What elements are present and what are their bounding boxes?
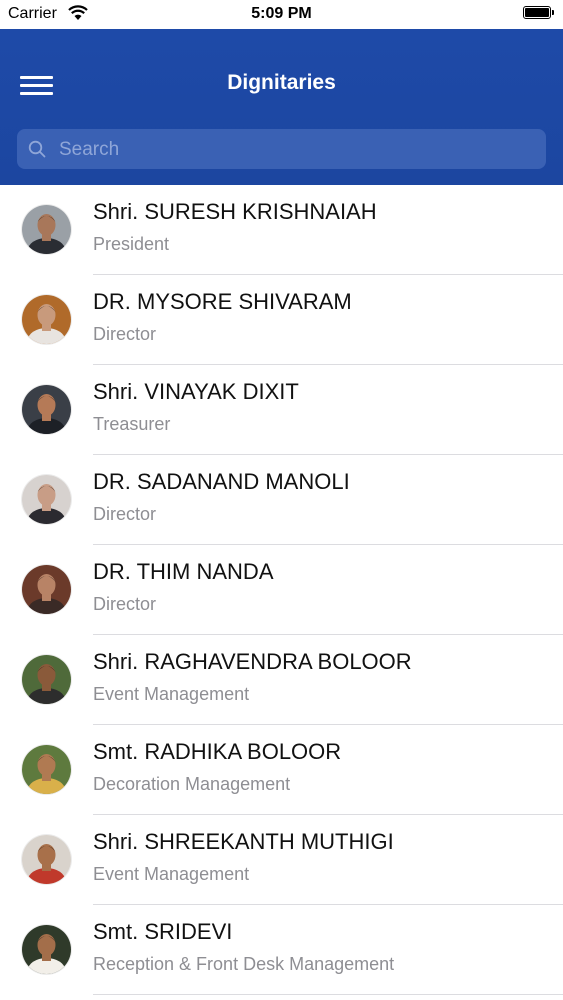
person-role: Event Management [93, 864, 250, 884]
list-item[interactable]: DR. MYSORE SHIVARAM Director [0, 275, 563, 365]
avatar [22, 565, 71, 614]
avatar [22, 385, 71, 434]
avatar [22, 835, 71, 884]
list-item[interactable]: Shri. SURESH KRISHNAIAH President [0, 185, 563, 275]
person-role: Director [93, 594, 157, 614]
avatar [22, 205, 71, 254]
person-role: Reception & Front Desk Management [93, 954, 395, 974]
search-icon [28, 140, 46, 158]
page-title: Dignitaries [227, 71, 336, 94]
avatar [22, 475, 71, 524]
battery-icon [523, 6, 554, 19]
list-item[interactable]: Shri. SHREEKANTH MUTHIGI Event Management [0, 815, 563, 905]
person-name: Shri. SURESH KRISHNAIAH [93, 199, 377, 224]
person-role: Director [93, 324, 157, 344]
row-divider [93, 994, 563, 995]
list-item[interactable]: Shri. VINAYAK DIXIT Treasurer [0, 365, 563, 455]
person-name: Smt. RADHIKA BOLOOR [93, 739, 342, 764]
person-role: President [93, 234, 170, 254]
person-name: Shri. VINAYAK DIXIT [93, 379, 299, 404]
list-item[interactable]: Shri. RAGHAVENDRA BOLOOR Event Management [0, 635, 563, 725]
list-item[interactable]: DR. THIM NANDA Director [0, 545, 563, 635]
dignitaries-list: Shri. SURESH KRISHNAIAH President DR. MYSO… [0, 185, 563, 995]
list-item[interactable]: Smt. RADHIKA BOLOOR Decoration Management [0, 725, 563, 815]
list-item[interactable]: Smt. SRIDEVI Reception & Front Desk Manag… [0, 905, 563, 995]
avatar [22, 745, 71, 794]
person-role: Director [93, 504, 157, 524]
person-role: Treasurer [93, 414, 171, 434]
avatar [22, 925, 71, 974]
search-input[interactable] [57, 129, 541, 171]
person-name: DR. MYSORE SHIVARAM [93, 289, 352, 314]
avatar [22, 295, 71, 344]
person-role: Decoration Management [93, 774, 291, 794]
person-name: Smt. SRIDEVI [93, 919, 233, 944]
search-bar[interactable] [17, 129, 546, 171]
person-role: Event Management [93, 684, 250, 704]
avatar [22, 655, 71, 704]
status-bar: Carrier 5:09 PM [0, 0, 563, 29]
navigation-header: Dignitaries [0, 29, 563, 185]
list-item[interactable]: DR. SADANAND MANOLI Director [0, 455, 563, 545]
person-name: Shri. SHREEKANTH MUTHIGI [93, 829, 394, 854]
person-name: DR. SADANAND MANOLI [93, 469, 350, 494]
person-name: DR. THIM NANDA [93, 559, 274, 584]
status-time: 5:09 PM [251, 5, 312, 22]
person-name: Shri. RAGHAVENDRA BOLOOR [93, 649, 412, 674]
